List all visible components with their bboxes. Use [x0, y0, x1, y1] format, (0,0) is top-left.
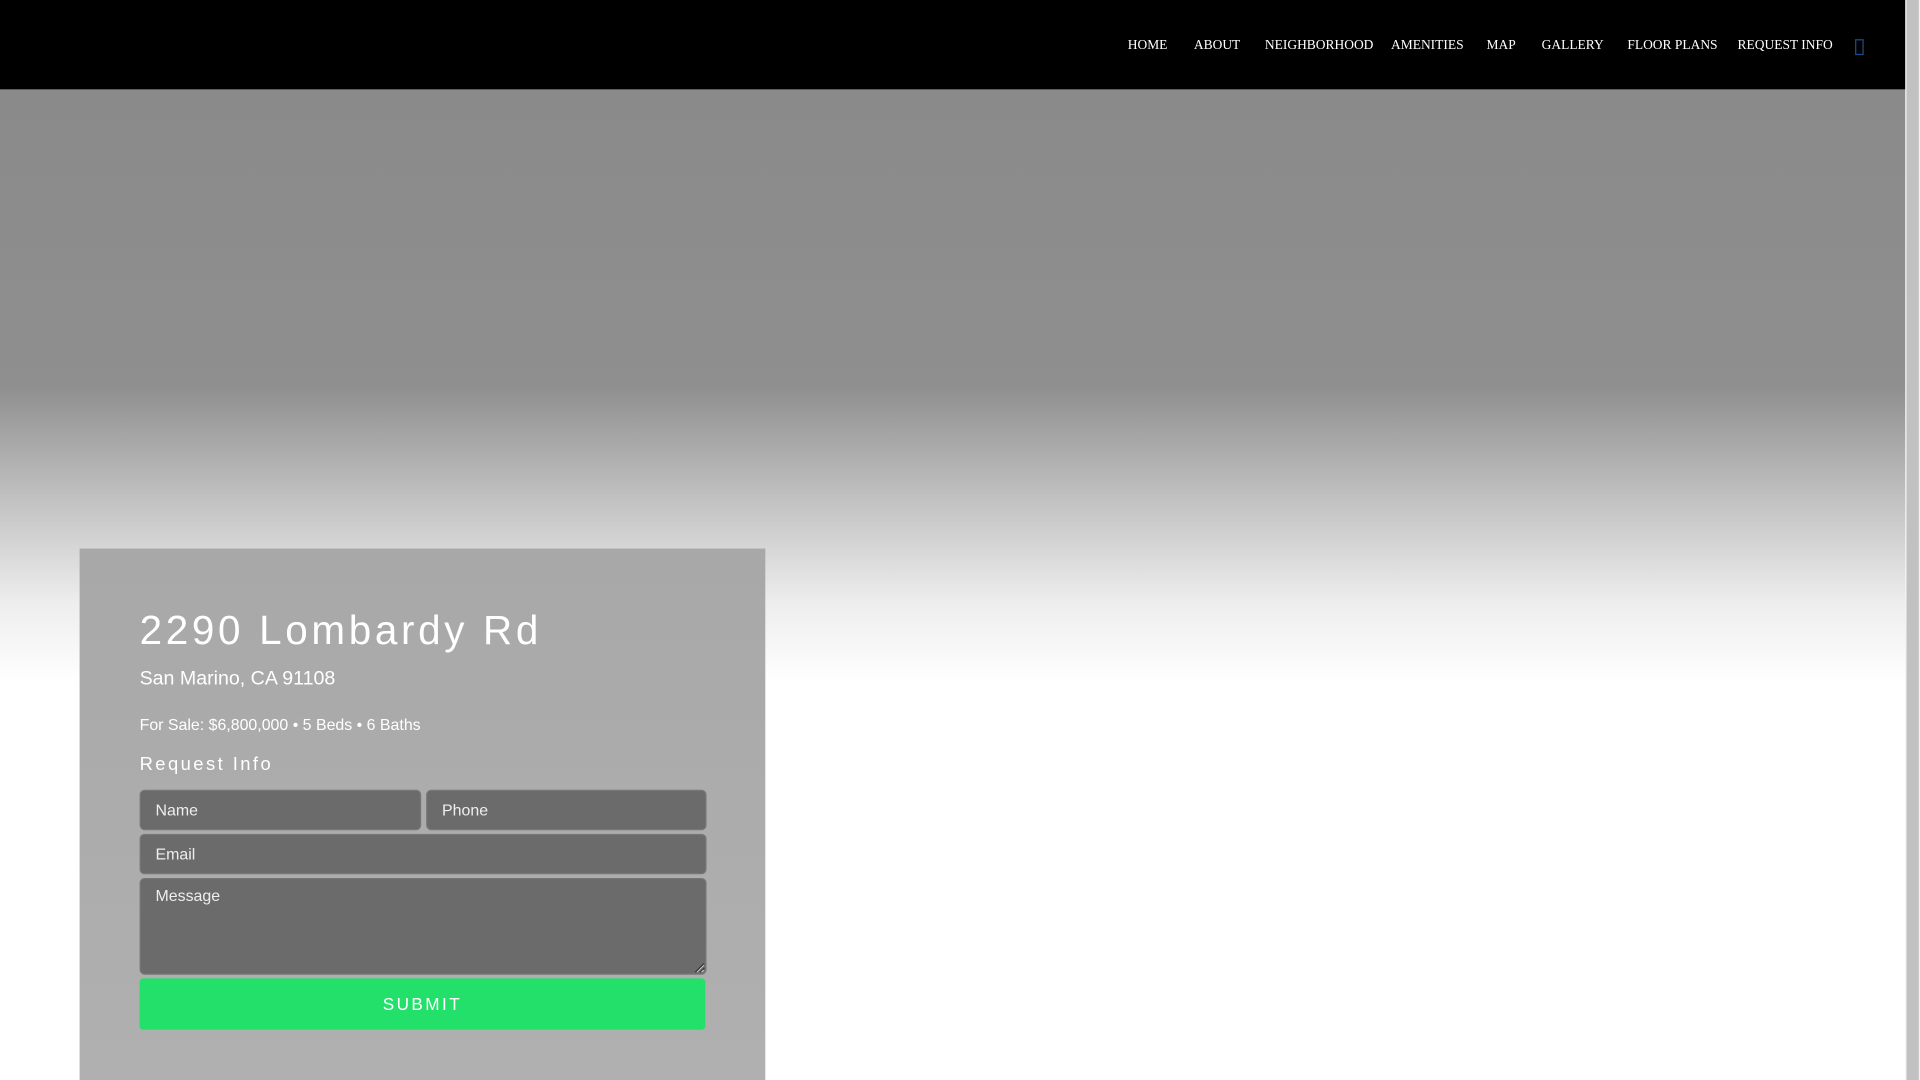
listing-city: San Marino, CA 91108 [139, 668, 336, 690]
scrollbar-thumb[interactable] [1906, 0, 1919, 1080]
nav-neighborhood[interactable]: NEIGHBORHOOD [1265, 38, 1374, 53]
listing-meta: For Sale: $6,800,000 • 5 Beds • 6 Baths [139, 715, 421, 734]
submit-button[interactable]: SUBMIT [139, 978, 706, 1030]
nav-about[interactable]: ABOUT [1194, 38, 1240, 53]
nav-home[interactable]: HOME [1128, 38, 1168, 53]
nav-request-info[interactable]: REQUEST INFO [1738, 38, 1833, 53]
nav-map[interactable]: MAP [1487, 38, 1516, 53]
form-title: Request Info [139, 754, 274, 776]
nav-floor-plans[interactable]: FLOOR PLANS [1627, 38, 1717, 53]
listing-card: 2290 Lombardy Rd San Marino, CA 91108 Fo… [79, 548, 766, 1080]
nav-gallery[interactable]: GALLERY [1542, 38, 1604, 53]
email-input[interactable] [139, 833, 707, 875]
menu-icon[interactable] [1855, 39, 1864, 56]
top-nav: HOME ABOUT NEIGHBORHOOD AMENITIES MAP GA… [0, 0, 1906, 90]
listing-address: 2290 Lombardy Rd [139, 607, 543, 653]
message-textarea[interactable] [139, 877, 707, 975]
scrollbar[interactable] [1905, 0, 1920, 1080]
name-input[interactable] [139, 789, 422, 831]
phone-input[interactable] [426, 789, 707, 831]
nav-amenities[interactable]: AMENITIES [1391, 38, 1464, 53]
